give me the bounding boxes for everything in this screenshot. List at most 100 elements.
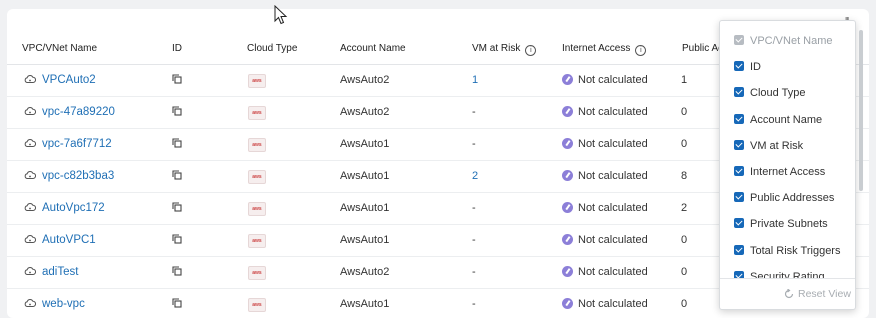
internet-access-status: Not calculated [578, 74, 648, 86]
column-option[interactable]: Cloud Type [734, 86, 805, 100]
checkbox[interactable] [734, 61, 744, 72]
account-name: AwsAuto1 [340, 138, 390, 150]
copy-id-button[interactable] [172, 193, 182, 224]
checkbox[interactable] [734, 218, 744, 229]
status-icon [562, 266, 573, 277]
public-addresses: 0 [681, 106, 688, 118]
copy-icon [172, 74, 182, 84]
checkbox[interactable] [734, 166, 744, 176]
status-icon [562, 202, 573, 213]
account-name: AwsAuto1 [340, 170, 390, 182]
cloud-type: aws [248, 161, 266, 192]
vpc-name-link[interactable]: vpc-c82b3ba3 [24, 161, 114, 192]
column-option[interactable]: ID [734, 60, 761, 74]
vm-at-risk[interactable]: 2 [472, 161, 478, 192]
vpc-name-link[interactable]: web-vpc [24, 289, 85, 318]
public-addresses: 0 [681, 266, 688, 278]
cloud-network-icon [24, 75, 36, 83]
panel-scrollbar[interactable] [859, 30, 863, 191]
public-addresses: 2 [681, 202, 688, 214]
copy-id-button[interactable] [172, 257, 182, 288]
internet-access: Not calculated [562, 65, 648, 96]
copy-id-button[interactable] [172, 129, 182, 160]
cloud-type: aws [248, 225, 266, 256]
vm-at-risk[interactable]: 1 [472, 65, 478, 96]
header-name[interactable]: VPC/VNet Name [22, 43, 97, 54]
info-icon[interactable]: i [525, 45, 537, 56]
internet-access-status: Not calculated [578, 106, 648, 118]
checkbox [734, 35, 744, 45]
cloud-type: aws [248, 257, 266, 288]
column-option[interactable]: Security Rating [734, 270, 825, 278]
header-account[interactable]: Account Name [340, 43, 406, 54]
vpc-name-link[interactable]: adiTest [24, 257, 78, 288]
internet-access: Not calculated [562, 161, 648, 192]
column-option[interactable]: Public Addresses [734, 191, 834, 205]
internet-access: Not calculated [562, 225, 648, 256]
vpc-name: AutoVPC1 [42, 234, 96, 246]
vpc-name-link[interactable]: vpc-7a6f7712 [24, 129, 112, 160]
cloud-network-icon [24, 107, 36, 115]
checkbox[interactable] [734, 87, 744, 98]
checkbox[interactable] [734, 270, 744, 278]
vm-at-risk: - [472, 106, 476, 118]
mouse-cursor-icon [274, 5, 288, 25]
vpc-name: AutoVpc172 [42, 202, 105, 214]
vpc-name-link[interactable]: AutoVpc172 [24, 193, 105, 224]
header-public[interactable]: Public Ac [682, 43, 723, 54]
status-icon [562, 298, 573, 309]
checkbox[interactable] [734, 113, 744, 124]
internet-access: Not calculated [562, 289, 648, 318]
internet-access-status: Not calculated [578, 234, 648, 246]
internet-access: Not calculated [562, 129, 648, 160]
column-option[interactable]: Internet Access [734, 165, 825, 179]
column-option[interactable]: Private Subnets [734, 217, 828, 231]
vpc-name-link[interactable]: vpc-47a89220 [24, 97, 115, 128]
vpc-name: vpc-7a6f7712 [42, 138, 112, 150]
aws-logo-icon: aws [248, 298, 266, 312]
header-internet-access-label: Internet Access [562, 43, 631, 54]
column-option[interactable]: Total Risk Triggers [734, 244, 840, 258]
header-vm-at-risk[interactable]: VM at Risk i [472, 43, 537, 56]
internet-access: Not calculated [562, 257, 648, 288]
checkbox[interactable] [734, 139, 744, 150]
header-id[interactable]: ID [172, 43, 182, 54]
header-internet-access[interactable]: Internet Access i [562, 43, 647, 56]
column-option[interactable]: Account Name [734, 113, 822, 127]
copy-id-button[interactable] [172, 161, 182, 192]
column-option-label: Cloud Type [750, 87, 806, 100]
copy-id-button[interactable] [172, 225, 182, 256]
cloud-type: aws [248, 129, 266, 160]
copy-icon [172, 266, 182, 276]
column-option[interactable]: VM at Risk [734, 139, 803, 153]
reset-view-button[interactable]: Reset View [720, 278, 855, 309]
copy-id-button[interactable] [172, 97, 182, 128]
header-cloud-type[interactable]: Cloud Type [247, 43, 297, 54]
vpc-name: web-vpc [42, 298, 85, 310]
copy-id-button[interactable] [172, 65, 182, 96]
copy-icon [172, 298, 182, 308]
status-icon [562, 170, 573, 181]
checkbox[interactable] [734, 244, 744, 255]
copy-icon [172, 202, 182, 212]
internet-access-status: Not calculated [578, 266, 648, 278]
vpc-name: VPCAuto2 [42, 74, 96, 86]
vm-at-risk: - [472, 234, 476, 246]
copy-id-button[interactable] [172, 289, 182, 318]
account-name: AwsAuto1 [340, 298, 390, 310]
copy-icon [172, 106, 182, 116]
checkbox[interactable] [734, 192, 744, 203]
copy-icon [172, 170, 182, 180]
account-name: AwsAuto1 [340, 234, 390, 246]
vpc-name-link[interactable]: AutoVPC1 [24, 225, 96, 256]
column-option-label: Account Name [750, 113, 823, 126]
status-icon [562, 106, 573, 117]
column-option: VPC/VNet Name [734, 34, 833, 48]
cloud-network-icon [24, 235, 36, 243]
internet-access-status: Not calculated [578, 138, 648, 150]
internet-access: Not calculated [562, 193, 648, 224]
vm-at-risk: - [472, 202, 476, 214]
vpc-name-link[interactable]: VPCAuto2 [24, 65, 96, 96]
vm-at-risk: - [472, 298, 476, 310]
info-icon[interactable]: i [635, 45, 647, 56]
